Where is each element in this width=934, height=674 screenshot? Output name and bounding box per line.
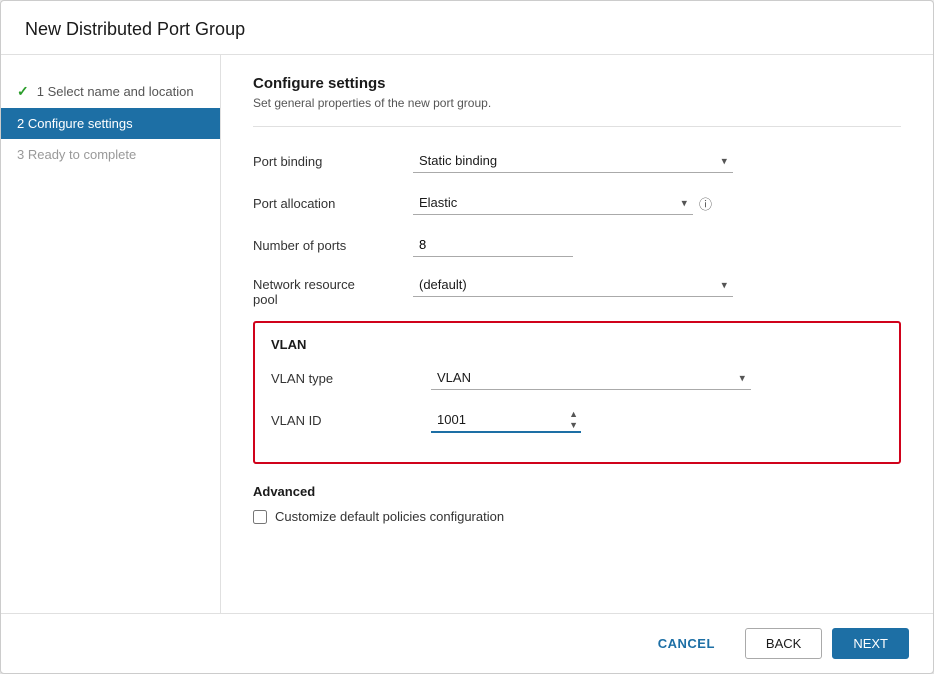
sidebar-step-1[interactable]: ✓ 1 Select name and location (1, 75, 220, 108)
dialog-title: New Distributed Port Group (1, 1, 933, 55)
num-ports-control (413, 233, 733, 257)
dialog-body: ✓ 1 Select name and location 2 Configure… (1, 55, 933, 613)
vlan-type-label: VLAN type (271, 371, 431, 386)
num-ports-input[interactable] (413, 233, 573, 257)
network-resource-select-wrapper: (default) ▾ (413, 273, 733, 297)
main-content: Configure settings Set general propertie… (221, 55, 933, 613)
vlan-type-select-wrapper: VLAN None VLAN Trunking Private VLAN ▾ (431, 366, 751, 390)
port-allocation-control: Elastic Fixed ▾ ⓘ (413, 191, 733, 215)
vlan-type-select[interactable]: VLAN None VLAN Trunking Private VLAN (431, 366, 751, 390)
port-binding-row: Port binding Static binding Dynamic bind… (253, 147, 901, 175)
port-allocation-inline: Elastic Fixed ▾ ⓘ (413, 191, 733, 215)
next-button[interactable]: NEXT (832, 628, 909, 659)
port-binding-select-wrapper: Static binding Dynamic binding No bindin… (413, 149, 733, 173)
sidebar-step-3[interactable]: 3 Ready to complete (1, 139, 220, 170)
port-binding-control: Static binding Dynamic binding No bindin… (413, 149, 733, 173)
dialog-footer: CANCEL BACK NEXT (1, 613, 933, 673)
advanced-section: Advanced Customize default policies conf… (253, 484, 901, 524)
vlan-id-row: VLAN ID ▲ ▼ (271, 406, 883, 434)
step3-label: 3 Ready to complete (17, 147, 136, 162)
port-allocation-label: Port allocation (253, 196, 413, 211)
vlan-type-control: VLAN None VLAN Trunking Private VLAN ▾ (431, 366, 751, 390)
sidebar: ✓ 1 Select name and location 2 Configure… (1, 55, 221, 613)
advanced-section-title: Advanced (253, 484, 901, 499)
section-title: Configure settings (253, 75, 901, 92)
network-resource-label: Network resource pool (253, 273, 413, 307)
customize-label[interactable]: Customize default policies configuration (275, 509, 504, 524)
customize-row: Customize default policies configuration (253, 509, 901, 524)
vlan-section: VLAN VLAN type VLAN None VLAN Trunking P… (253, 321, 901, 464)
back-button[interactable]: BACK (745, 628, 822, 659)
customize-checkbox[interactable] (253, 510, 267, 524)
vlan-id-label: VLAN ID (271, 413, 431, 428)
port-allocation-select[interactable]: Elastic Fixed (413, 191, 693, 215)
network-resource-control: (default) ▾ (413, 273, 733, 297)
section-subtitle: Set general properties of the new port g… (253, 96, 901, 110)
network-resource-row: Network resource pool (default) ▾ (253, 273, 901, 307)
dialog-window: New Distributed Port Group ✓ 1 Select na… (0, 0, 934, 674)
vlan-id-control: ▲ ▼ (431, 408, 751, 433)
vlan-type-row: VLAN type VLAN None VLAN Trunking Privat… (271, 364, 883, 392)
num-ports-label: Number of ports (253, 238, 413, 253)
info-icon[interactable]: ⓘ (699, 194, 712, 213)
port-allocation-row: Port allocation Elastic Fixed ▾ ⓘ (253, 189, 901, 217)
port-allocation-select-wrapper: Elastic Fixed ▾ (413, 191, 693, 215)
cancel-button[interactable]: CANCEL (638, 629, 735, 658)
vlan-id-increment-button[interactable]: ▲ (566, 409, 581, 420)
port-binding-label: Port binding (253, 154, 413, 169)
vlan-section-title: VLAN (271, 337, 883, 352)
network-resource-select[interactable]: (default) (413, 273, 733, 297)
sidebar-step-2[interactable]: 2 Configure settings (1, 108, 220, 139)
port-binding-select[interactable]: Static binding Dynamic binding No bindin… (413, 149, 733, 173)
step1-label: 1 Select name and location (37, 84, 194, 99)
vlan-id-decrement-button[interactable]: ▼ (566, 420, 581, 431)
step2-label: 2 Configure settings (17, 116, 133, 131)
vlan-id-wrapper: ▲ ▼ (431, 408, 581, 433)
section-divider (253, 126, 901, 127)
vlan-id-spinner: ▲ ▼ (566, 408, 581, 433)
num-ports-row: Number of ports (253, 231, 901, 259)
vlan-id-input[interactable] (431, 408, 581, 433)
check-icon-step1: ✓ (17, 83, 29, 100)
